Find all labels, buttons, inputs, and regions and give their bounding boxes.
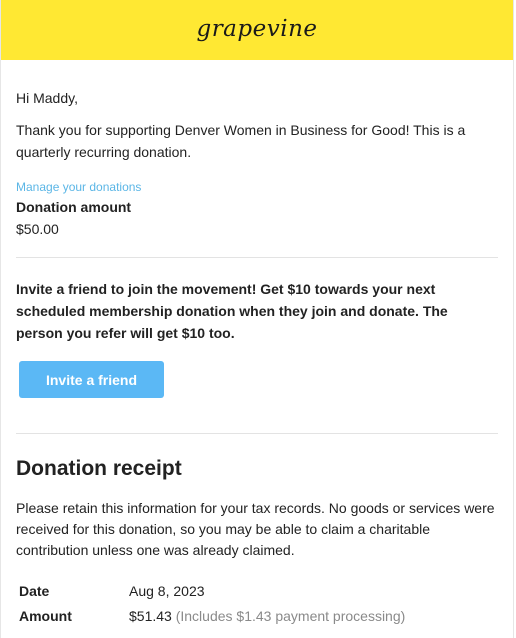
manage-donations-link[interactable]: Manage your donations: [16, 179, 498, 195]
greeting-text: Hi Maddy,: [16, 90, 78, 106]
receipt-date-text: Aug 8, 2023: [129, 583, 205, 599]
invite-message: Invite a friend to join the movement! Ge…: [16, 281, 448, 341]
receipt-amount-note: (Includes $1.43 payment processing): [175, 608, 406, 624]
receipt-amount-value: $51.43 (Includes $1.43 payment processin…: [129, 608, 405, 633]
donation-amount-label: Donation amount: [16, 199, 132, 215]
divider: [16, 257, 498, 258]
grapevine-logo: grapevine: [196, 16, 317, 42]
receipt-amount-text: $51.43: [129, 608, 172, 624]
receipt-row-amount: Amount $51.43 (Includes $1.43 payment pr…: [16, 608, 405, 633]
receipt-date-value: Aug 8, 2023: [129, 583, 405, 608]
invite-friend-button[interactable]: Invite a friend: [19, 361, 164, 398]
brand-header: grapevine: [1, 0, 513, 60]
thanks-text: Thank you for supporting Denver Women in…: [16, 122, 466, 160]
receipt-note: Please retain this information for your …: [16, 500, 495, 558]
receipt-row-date: Date Aug 8, 2023: [16, 583, 405, 608]
receipt-date-label: Date: [19, 583, 50, 599]
receipt-table: Date Aug 8, 2023 Amount $51.43 (Includes…: [16, 583, 405, 633]
logo-text: grapevine: [196, 16, 317, 42]
receipt-amount-label: Amount: [19, 608, 72, 624]
donation-amount-value: $50.00: [16, 221, 59, 237]
email-view: grapevine Hi Maddy, Thank you for suppor…: [0, 0, 514, 638]
email-body: Hi Maddy, Thank you for supporting Denve…: [1, 89, 513, 633]
receipt-title: Donation receipt: [16, 457, 182, 480]
divider: [16, 433, 498, 434]
